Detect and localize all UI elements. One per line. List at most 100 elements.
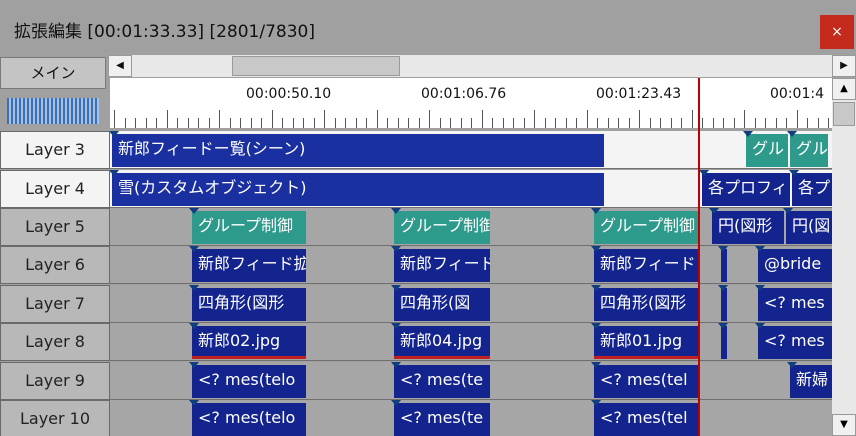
timeline-clip[interactable]: 新郎01.jpg [594, 326, 700, 359]
layer-track[interactable]: <? mes(telo <? mes(te <? mes(tel 新婦 [110, 362, 832, 400]
clip-start-marker [591, 208, 601, 214]
ruler-tick [544, 118, 546, 128]
ruler-tick [250, 118, 252, 128]
timeline-clip[interactable]: 円(図 [786, 211, 832, 244]
timeline-clip[interactable]: 四角形(図形 [594, 288, 700, 321]
timeline-clip[interactable]: グループ制御 [192, 211, 306, 244]
timeline-clip[interactable]: 新郎フィード [394, 249, 490, 282]
ruler-tick [240, 118, 241, 128]
layer-track[interactable]: <? mes(telo <? mes(te <? mes(tel [110, 400, 832, 436]
timeline-clip[interactable] [721, 249, 727, 282]
horizontal-scroll-thumb[interactable] [232, 56, 400, 76]
scroll-left-button[interactable]: ◀ [108, 55, 132, 77]
timeline-clip[interactable]: <? mes(te [394, 403, 490, 436]
clip-start-marker [591, 246, 601, 252]
timeline-clip[interactable]: 新郎04.jpg [394, 326, 490, 359]
layer-label[interactable]: Layer 4 [0, 170, 110, 208]
ruler-tick [597, 118, 598, 128]
ruler-tick [502, 118, 504, 128]
clip-start-marker [718, 323, 728, 329]
timeline-clip[interactable]: <? mes(tel [594, 403, 700, 436]
ruler-tick [817, 118, 819, 128]
clip-start-marker [189, 208, 199, 214]
vertical-scrollbar[interactable]: ▲ ▼ [832, 78, 856, 436]
clip-start-marker [391, 246, 401, 252]
vertical-scroll-thumb[interactable] [833, 102, 855, 126]
layer-track[interactable]: 新郎02.jpg 新郎04.jpg 新郎01.jpg <? mes [110, 323, 832, 361]
ruler-tick [156, 118, 157, 128]
layer-track[interactable]: 新郎フィードー覧(シーン) グル グル [110, 131, 832, 169]
ruler-tick [229, 118, 231, 128]
timeline-clip[interactable]: 新郎02.jpg [192, 326, 306, 359]
clip-start-marker [591, 323, 601, 329]
scroll-up-button[interactable]: ▲ [832, 78, 856, 100]
timeline-clip[interactable]: <? mes(telo [192, 403, 306, 436]
timeline-clip[interactable] [721, 326, 727, 359]
timeline-clip[interactable]: 各プ [792, 173, 832, 206]
ruler-tick [744, 110, 745, 128]
layer-track[interactable]: 新郎フィード拡 新郎フィード 新郎フィード @bride [110, 246, 832, 284]
ruler-tick [786, 118, 787, 128]
timeline-clip[interactable]: 新婦 [790, 365, 832, 398]
layer-label[interactable]: Layer 7 [0, 285, 110, 323]
ruler-tick [114, 110, 115, 128]
ruler-tick [450, 118, 451, 128]
timeline-clip[interactable]: @bride [758, 249, 832, 282]
scene-tab[interactable]: メイン [0, 57, 106, 89]
timeline-clip[interactable]: 新郎フィードー覧(シーン) [112, 134, 604, 167]
timeline-clip[interactable]: グループ制御 [394, 211, 490, 244]
timeline-clip[interactable]: グル [790, 134, 828, 167]
timeline-clip[interactable]: 新郎フィード [594, 249, 700, 282]
ruler-tick [145, 118, 147, 128]
layer-track[interactable]: グループ制御 グループ制御 グループ制御 円(図形 円(図 [110, 208, 832, 246]
layer-label[interactable]: Layer 10 [0, 400, 110, 436]
ruler-tick [303, 118, 304, 128]
ruler-tick [828, 118, 829, 128]
timeline-clip[interactable]: <? mes(te [394, 365, 490, 398]
timeline-clip[interactable]: 雪(カスタムオブジェクト) [112, 173, 604, 206]
ruler-tick [628, 118, 630, 128]
ruler-tick [691, 110, 693, 128]
layer-label[interactable]: Layer 9 [0, 362, 110, 400]
ruler-label: 00:01:4 [770, 86, 824, 102]
layer-label[interactable]: Layer 8 [0, 323, 110, 361]
timeline-clip[interactable]: 新郎フィード拡 [192, 249, 306, 282]
layer-label[interactable]: Layer 6 [0, 246, 110, 284]
timeline-clip[interactable]: グループ制御 [594, 211, 700, 244]
ruler-tick [198, 118, 199, 128]
horizontal-scrollbar[interactable]: ◀ ▶ [108, 55, 856, 77]
close-button[interactable]: × [820, 15, 854, 49]
layer-track[interactable]: 雪(カスタムオブジェクト) 各プロフィ 各プ [110, 170, 832, 208]
timeline-clip[interactable]: <? mes(telo [192, 365, 306, 398]
clip-start-marker [755, 285, 765, 291]
timeline-clip[interactable]: 円(図形 [712, 211, 784, 244]
scroll-down-button[interactable]: ▼ [832, 414, 856, 436]
playhead-cursor[interactable] [698, 78, 700, 436]
ruler-tick [702, 118, 703, 128]
timeline-clip[interactable]: 四角形(図 [394, 288, 490, 321]
layer-label[interactable]: Layer 3 [0, 131, 110, 169]
ruler-tick [429, 110, 430, 128]
timeline-ruler[interactable]: 00:00:50.10 00:01:06.76 00:01:23.43 00:0… [110, 78, 832, 128]
timeline-clip[interactable]: <? mes [758, 288, 832, 321]
timeline-clip[interactable]: <? mes(tel [594, 365, 700, 398]
ruler-tick [565, 118, 567, 128]
ruler-tick [576, 118, 577, 128]
layer-track[interactable]: 四角形(図形 四角形(図 四角形(図形 <? mes [110, 285, 832, 323]
ruler-tick [754, 118, 756, 128]
scroll-right-button[interactable]: ▶ [832, 55, 856, 77]
layer-label[interactable]: Layer 5 [0, 208, 110, 246]
ruler-label: 00:01:23.43 [596, 86, 682, 102]
ruler-tick [408, 118, 409, 128]
zoom-slider[interactable] [7, 98, 99, 124]
timeline-clip[interactable]: <? mes [758, 326, 832, 359]
ruler-tick [460, 118, 462, 128]
ruler-tick [586, 110, 588, 128]
ruler-tick [492, 118, 493, 128]
timeline-clip[interactable]: 四角形(図形 [192, 288, 306, 321]
timeline-clip[interactable] [721, 288, 727, 321]
timeline-clip[interactable]: グル [746, 134, 788, 167]
clip-start-marker [391, 208, 401, 214]
clip-start-marker [755, 246, 765, 252]
timeline-clip[interactable]: 各プロフィ [702, 173, 790, 206]
